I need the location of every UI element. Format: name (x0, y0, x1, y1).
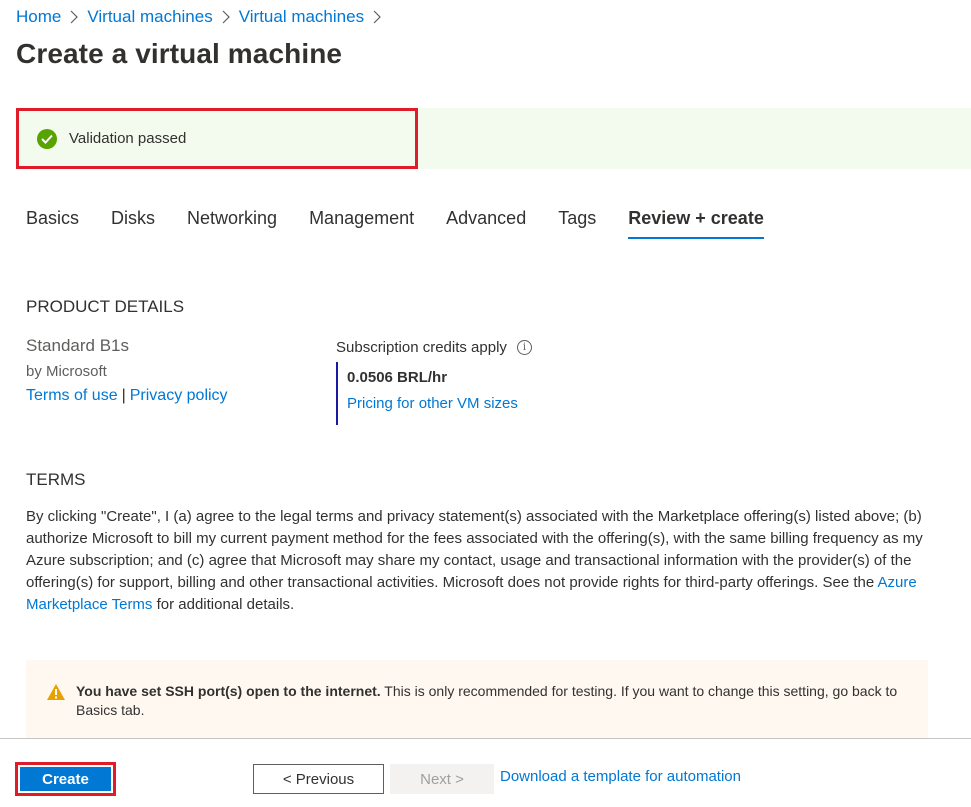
link-separator: | (121, 387, 126, 404)
check-circle-icon (37, 128, 57, 149)
vm-price: 0.0506 BRL/hr (347, 369, 448, 386)
tab-networking[interactable]: Networking (187, 208, 277, 239)
download-template-link[interactable]: Download a template for automation (500, 768, 741, 785)
tab-bar: Basics Disks Networking Management Advan… (26, 208, 796, 239)
breadcrumb-home[interactable]: Home (16, 7, 61, 27)
warning-bold-text: You have set SSH port(s) open to the int… (76, 683, 381, 699)
ssh-warning-banner: You have set SSH port(s) open to the int… (26, 660, 928, 738)
warning-icon (46, 683, 66, 701)
validation-status-text: Validation passed (69, 130, 187, 147)
chevron-right-icon (373, 10, 381, 24)
next-button[interactable]: Next > (390, 764, 494, 794)
terms-of-use-link[interactable]: Terms of use (26, 387, 118, 404)
create-button[interactable]: Create (20, 767, 111, 791)
tab-management[interactable]: Management (309, 208, 414, 239)
terms-heading: TERMS (26, 470, 86, 489)
product-name: Standard B1s (26, 336, 130, 355)
tab-disks[interactable]: Disks (111, 208, 155, 239)
breadcrumb-virtual-machines-2[interactable]: Virtual machines (239, 7, 364, 27)
product-details-heading: PRODUCT DETAILS (26, 297, 185, 316)
terms-body-after: for additional details. (152, 596, 295, 613)
footer-divider (0, 738, 971, 739)
tab-basics[interactable]: Basics (26, 208, 79, 239)
product-publisher: by Microsoft (26, 363, 107, 380)
validation-banner: Validation passed (16, 108, 418, 169)
breadcrumb: Home Virtual machines Virtual machines (16, 6, 390, 28)
subscription-credits: Subscription credits apply i (336, 339, 532, 356)
chevron-right-icon (222, 10, 230, 24)
tab-tags[interactable]: Tags (558, 208, 596, 239)
chevron-right-icon (70, 10, 79, 24)
breadcrumb-virtual-machines[interactable]: Virtual machines (87, 7, 212, 27)
page-title: Create a virtual machine (16, 38, 343, 69)
create-button-highlight: Create (15, 762, 116, 796)
subscription-credits-label: Subscription credits apply (336, 339, 507, 356)
price-accent-bar (336, 362, 338, 425)
terms-body-before: By clicking "Create", I (a) agree to the… (26, 508, 923, 591)
warning-text: You have set SSH port(s) open to the int… (76, 682, 908, 738)
terms-text: By clicking "Create", I (a) agree to the… (26, 506, 926, 616)
pricing-other-sizes-link[interactable]: Pricing for other VM sizes (347, 395, 518, 412)
privacy-policy-link[interactable]: Privacy policy (130, 387, 228, 404)
tab-review-create[interactable]: Review + create (628, 208, 764, 239)
tab-advanced[interactable]: Advanced (446, 208, 526, 239)
product-links: Terms of use | Privacy policy (26, 387, 228, 405)
previous-button[interactable]: < Previous (253, 764, 384, 794)
info-icon[interactable]: i (516, 340, 532, 355)
